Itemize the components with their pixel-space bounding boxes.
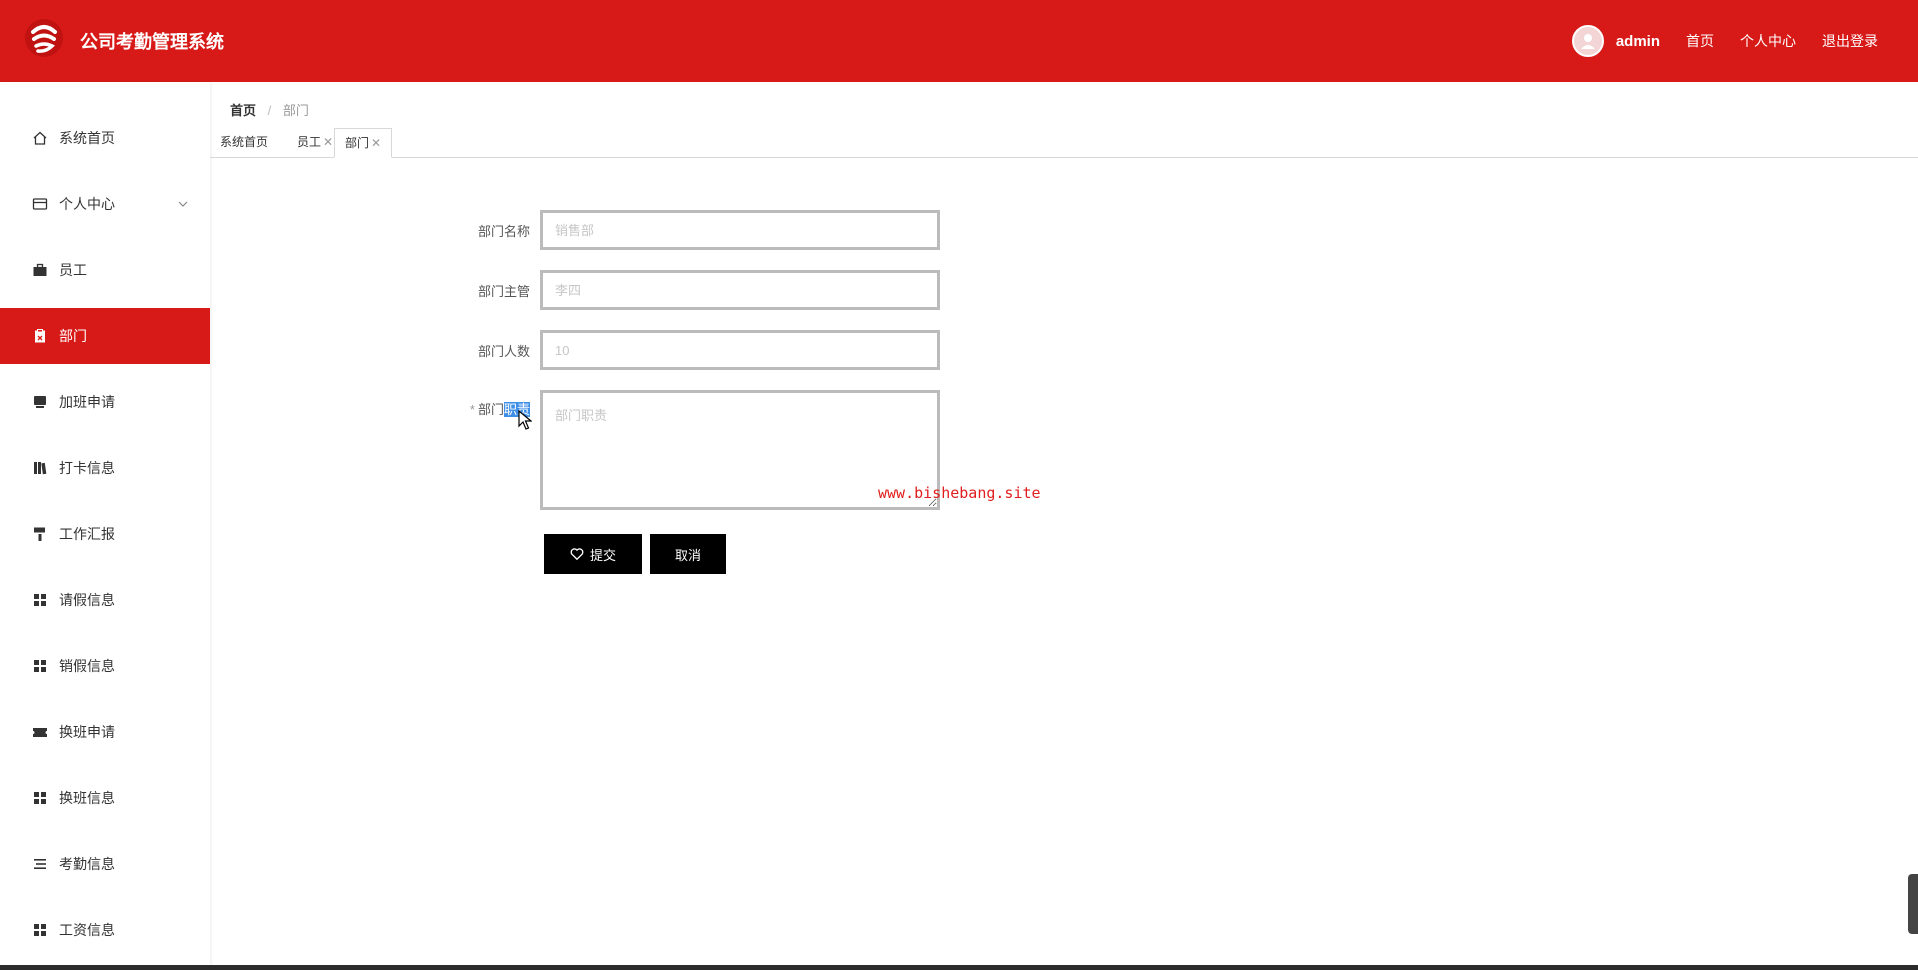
close-icon[interactable]: ✕ [371,136,381,150]
scrollbar-handle[interactable] [1908,874,1918,934]
sidebar-item-leave-cancel[interactable]: 销假信息 [0,638,210,694]
grid-icon [32,592,48,608]
sidebar-item-label: 个人中心 [59,196,115,212]
name-label: 部门名称 [477,224,530,239]
tab-label: 部门 [345,136,370,150]
breadcrumb-current: 部门 [282,103,309,118]
mouse-cursor-icon [518,410,532,430]
sidebar-item-leave[interactable]: 请假信息 [0,572,210,628]
duty-label: * 部门职责 [410,399,530,418]
sidebar-item-shift-info[interactable]: 换班信息 [0,770,210,826]
sidebar-item-shift-request[interactable]: 换班申请 [0,704,210,760]
sidebar: 系统首页 个人中心 员工 部门 加班申请 打卡信息 工作汇报 请假信息 销假信息… [0,82,210,970]
sidebar-item-label: 员工 [59,262,87,278]
paint-roller-icon [32,526,48,542]
user-avatar-icon [1580,34,1595,49]
breadcrumb-home[interactable]: 首页 [230,103,256,118]
user-name: admin [1615,32,1660,50]
list-icon [32,856,48,872]
sidebar-item-label: 工资信息 [59,922,115,938]
grid-icon [32,790,48,806]
logo-icon [25,19,63,57]
sidebar-item-label: 考勤信息 [59,856,115,872]
required-mark: * [469,402,475,417]
submit-button[interactable]: 提交 [544,534,642,574]
monitor-icon [32,394,48,410]
watermark: www.bishebang.site [878,484,1041,502]
books-icon [32,460,48,476]
heart-icon [570,548,584,561]
sidebar-item-home[interactable]: 系统首页 [0,110,210,166]
tab-label: 系统首页 [220,135,269,149]
sidebar-item-label: 换班申请 [59,724,115,740]
app-title: 公司考勤管理系统 [80,32,224,52]
sidebar-item-employee[interactable]: 员工 [0,242,210,298]
sidebar-item-label: 销假信息 [59,658,115,674]
department-name-input[interactable] [540,210,940,250]
sidebar-item-salary[interactable]: 工资信息 [0,902,210,958]
tab-department[interactable]: 部门 ✕ [334,128,393,158]
manager-label: 部门主管 [477,284,530,299]
sidebar-item-attendance[interactable]: 考勤信息 [0,836,210,892]
tab-label: 员工 [297,135,322,149]
cancel-button[interactable]: 取消 [650,534,726,574]
department-manager-input[interactable] [540,270,940,310]
submit-label: 提交 [589,547,616,563]
close-icon[interactable]: ✕ [323,135,333,149]
bottom-edge [0,965,1918,970]
chevron-down-icon [178,196,188,210]
header-nav: admin 首页 个人中心 退出登录 [1571,22,1878,60]
briefcase-icon [32,262,48,278]
sidebar-item-profile[interactable]: 个人中心 [0,176,210,232]
home-icon [32,130,48,146]
wallet-icon [32,196,48,212]
sidebar-item-label: 工作汇报 [59,526,115,542]
ticket-icon [32,724,48,740]
sidebar-item-label: 系统首页 [59,130,115,146]
duty-label-prefix: 部门 [477,402,504,417]
sidebar-item-department[interactable]: 部门 [0,308,210,364]
cancel-label: 取消 [674,547,701,563]
sidebar-item-overtime[interactable]: 加班申请 [0,374,210,430]
sidebar-item-label: 请假信息 [59,592,115,608]
sidebar-item-label: 部门 [59,328,87,344]
grid-icon [32,922,48,938]
department-count-input[interactable] [540,330,940,370]
sidebar-item-label: 打卡信息 [59,460,115,476]
nav-home-link[interactable]: 首页 [1686,31,1714,51]
top-bar: 公司考勤管理系统 admin 首页 个人中心 退出登录 [0,0,1918,82]
breadcrumb: 首页 / 部门 [230,100,309,119]
avatar[interactable] [1571,25,1604,57]
grid-icon [32,658,48,674]
logout-link[interactable]: 退出登录 [1822,31,1878,51]
clipboard-icon [32,328,48,344]
tab-bar: 系统首页 员工 ✕ 部门 ✕ [210,126,1918,158]
count-label: 部门人数 [477,344,530,359]
tab-home[interactable]: 系统首页 [210,128,278,158]
nav-profile-link[interactable]: 个人中心 [1740,31,1796,51]
breadcrumb-separator: / [267,103,272,118]
sidebar-item-clock-in[interactable]: 打卡信息 [0,440,210,496]
sidebar-item-report[interactable]: 工作汇报 [0,506,210,562]
sidebar-item-label: 加班申请 [59,394,115,410]
sidebar-item-label: 换班信息 [59,790,115,806]
